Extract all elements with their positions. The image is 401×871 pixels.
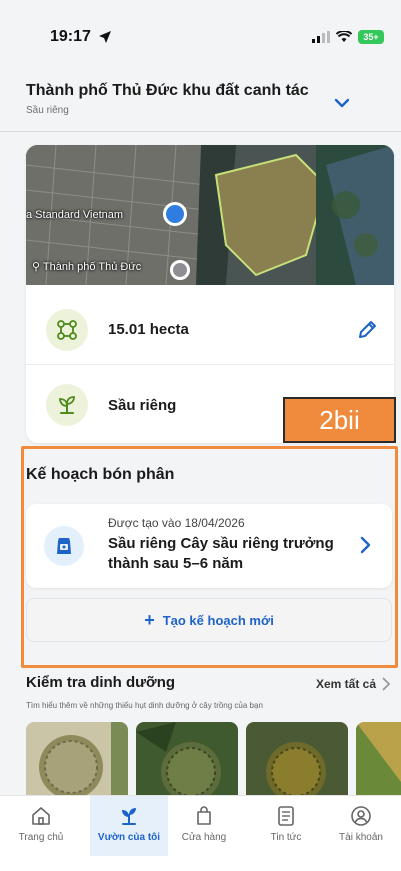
durian-thumbnail[interactable] bbox=[246, 722, 348, 802]
map-label-thu-duc-text: Thành phố Thủ Đức bbox=[42, 261, 142, 273]
fertilizer-plan-title: Kế hoạch bón phân bbox=[26, 466, 175, 483]
farm-crop-subtitle: Sầu riêng bbox=[26, 105, 69, 116]
nutrition-title: Kiểm tra dinh dưỡng bbox=[26, 674, 176, 691]
chevron-down-icon[interactable] bbox=[331, 92, 353, 114]
nutrition-thumbnails bbox=[26, 722, 401, 802]
map-label-standard-vietnam: a Standard Vietnam bbox=[26, 209, 124, 221]
edit-pencil-icon[interactable] bbox=[356, 319, 378, 341]
battery-icon: 35+ bbox=[358, 30, 384, 44]
fertilizer-bag-icon bbox=[44, 526, 84, 566]
news-icon bbox=[278, 806, 294, 826]
fertilizer-plan-card[interactable]: Được tạo vào 18/04/2026 Sầu riêng Cây sầ… bbox=[26, 504, 392, 588]
wifi-icon bbox=[336, 31, 352, 42]
chevron-right-icon bbox=[360, 536, 371, 554]
shopping-bag-icon bbox=[197, 806, 211, 825]
farm-header[interactable]: Thành phố Thủ Đức khu đất canh tác Sầu r… bbox=[0, 72, 401, 132]
see-all-link[interactable]: Xem tất cả bbox=[316, 677, 376, 691]
nutrition-subtitle: Tìm hiểu thêm về những thiếu hụt dinh dư… bbox=[26, 701, 263, 710]
account-icon bbox=[351, 806, 371, 826]
durian-thumbnail[interactable] bbox=[136, 722, 238, 802]
nav-label: Trang chủ bbox=[18, 832, 64, 843]
field-area: 15.01 hecta bbox=[108, 321, 189, 338]
chevron-right-icon[interactable] bbox=[380, 676, 392, 692]
plan-created-date: Được tạo vào 18/04/2026 bbox=[108, 516, 245, 530]
status-bar: 19:17 35+ bbox=[0, 0, 401, 70]
nav-news[interactable]: Tin tức bbox=[247, 796, 325, 856]
annotation-tag: 2bii bbox=[283, 397, 396, 443]
nav-my-garden[interactable]: Vườn của tôi bbox=[90, 796, 168, 856]
nav-home[interactable]: Trang chủ bbox=[2, 796, 80, 856]
plus-icon: + bbox=[144, 610, 155, 630]
lock-pin-icon[interactable] bbox=[163, 202, 187, 226]
durian-thumbnail[interactable] bbox=[356, 722, 401, 802]
status-time: 19:17 bbox=[50, 28, 91, 45]
farm-title: Thành phố Thủ Đức khu đất canh tác bbox=[26, 82, 309, 99]
map-pin-icon[interactable] bbox=[170, 260, 190, 280]
create-new-plan-button[interactable]: + Tạo kế hoạch mới bbox=[26, 598, 392, 642]
map-label-thu-duc: ⚲ Thành phố Thủ Đức bbox=[32, 261, 142, 273]
nav-label: Cửa hàng bbox=[181, 832, 227, 843]
area-icon bbox=[46, 308, 88, 351]
plan-name: Sầu riêng Cây sầu riêng trưởng thành sau… bbox=[108, 535, 334, 572]
nav-account[interactable]: Tài khoản bbox=[322, 796, 400, 856]
home-icon bbox=[32, 807, 50, 825]
nav-label: Vườn của tôi bbox=[97, 832, 161, 843]
bottom-nav: Trang chủ Vườn của tôi Cửa hàng Tin tức bbox=[0, 795, 401, 871]
nav-store[interactable]: Cửa hàng bbox=[165, 796, 243, 856]
crop-name: Sầu riêng bbox=[108, 396, 177, 414]
location-arrow-icon bbox=[99, 31, 111, 43]
sprout-icon bbox=[122, 808, 136, 825]
signal-icon bbox=[312, 31, 330, 43]
crop-icon bbox=[46, 384, 88, 426]
create-new-plan-label: Tạo kế hoạch mới bbox=[162, 612, 274, 628]
durian-thumbnail[interactable] bbox=[26, 722, 128, 802]
area-row: 15.01 hecta bbox=[26, 295, 394, 365]
nav-label: Tài khoản bbox=[339, 832, 383, 843]
system-icons: 35+ bbox=[312, 30, 384, 44]
field-map[interactable]: a Standard Vietnam ⚲ Thành phố Thủ Đức bbox=[26, 145, 394, 285]
nav-label: Tin tức bbox=[270, 832, 302, 843]
